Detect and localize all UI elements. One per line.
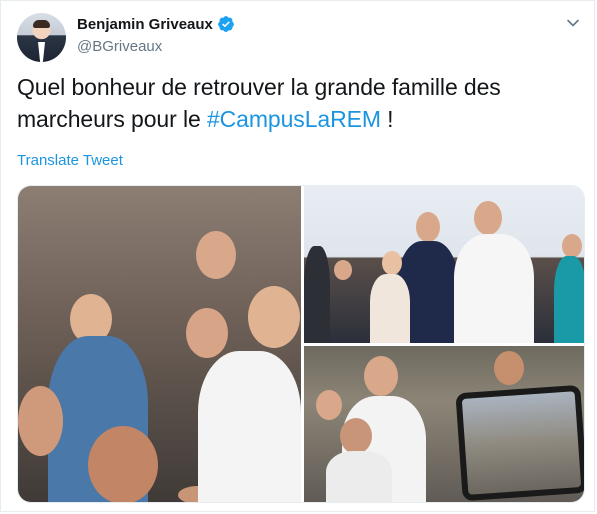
tweet-text-end: ! [380, 106, 394, 132]
photo-group-outdoor[interactable] [304, 186, 584, 343]
avatar-hair [33, 20, 50, 28]
verified-badge-icon [217, 15, 235, 33]
chevron-down-icon[interactable] [566, 16, 580, 30]
photo-person [340, 418, 372, 454]
media-grid [17, 185, 585, 503]
tweet-text: Quel bonheur de retrouver la grande fami… [17, 71, 577, 135]
photo-person [474, 201, 502, 235]
photo-person [198, 351, 301, 502]
photo-person [364, 356, 398, 396]
author-avatar[interactable] [17, 13, 66, 62]
photo-person [494, 351, 524, 385]
photo-person [326, 451, 392, 502]
smartphone [455, 384, 584, 502]
photo-person [562, 234, 582, 258]
photo-person [186, 308, 228, 358]
photo-person [334, 260, 352, 280]
photo-person [248, 286, 300, 348]
photo-crowd-selfie[interactable] [18, 186, 301, 502]
photo-person [196, 231, 236, 279]
phone-screen [461, 391, 582, 495]
tweet-card: Benjamin Griveaux @BGriveaux Quel bonheu… [0, 0, 595, 512]
translate-tweet-link[interactable]: Translate Tweet [17, 152, 123, 169]
author-name-row: Benjamin Griveaux [77, 15, 235, 33]
avatar-collar [38, 42, 45, 62]
photo-person [416, 212, 440, 242]
photo-person [18, 386, 63, 456]
photo-person [454, 234, 534, 343]
photo-selfie-phone[interactable] [304, 346, 584, 502]
photo-person [382, 251, 402, 275]
photo-person [88, 426, 158, 502]
photo-person [304, 246, 330, 343]
photo-person [316, 390, 342, 420]
author-display-name[interactable]: Benjamin Griveaux [77, 16, 213, 33]
photo-person [370, 274, 410, 343]
author-handle[interactable]: @BGriveaux [77, 38, 162, 55]
photo-person [554, 256, 584, 343]
hashtag-link[interactable]: #CampusLaREM [207, 106, 381, 132]
